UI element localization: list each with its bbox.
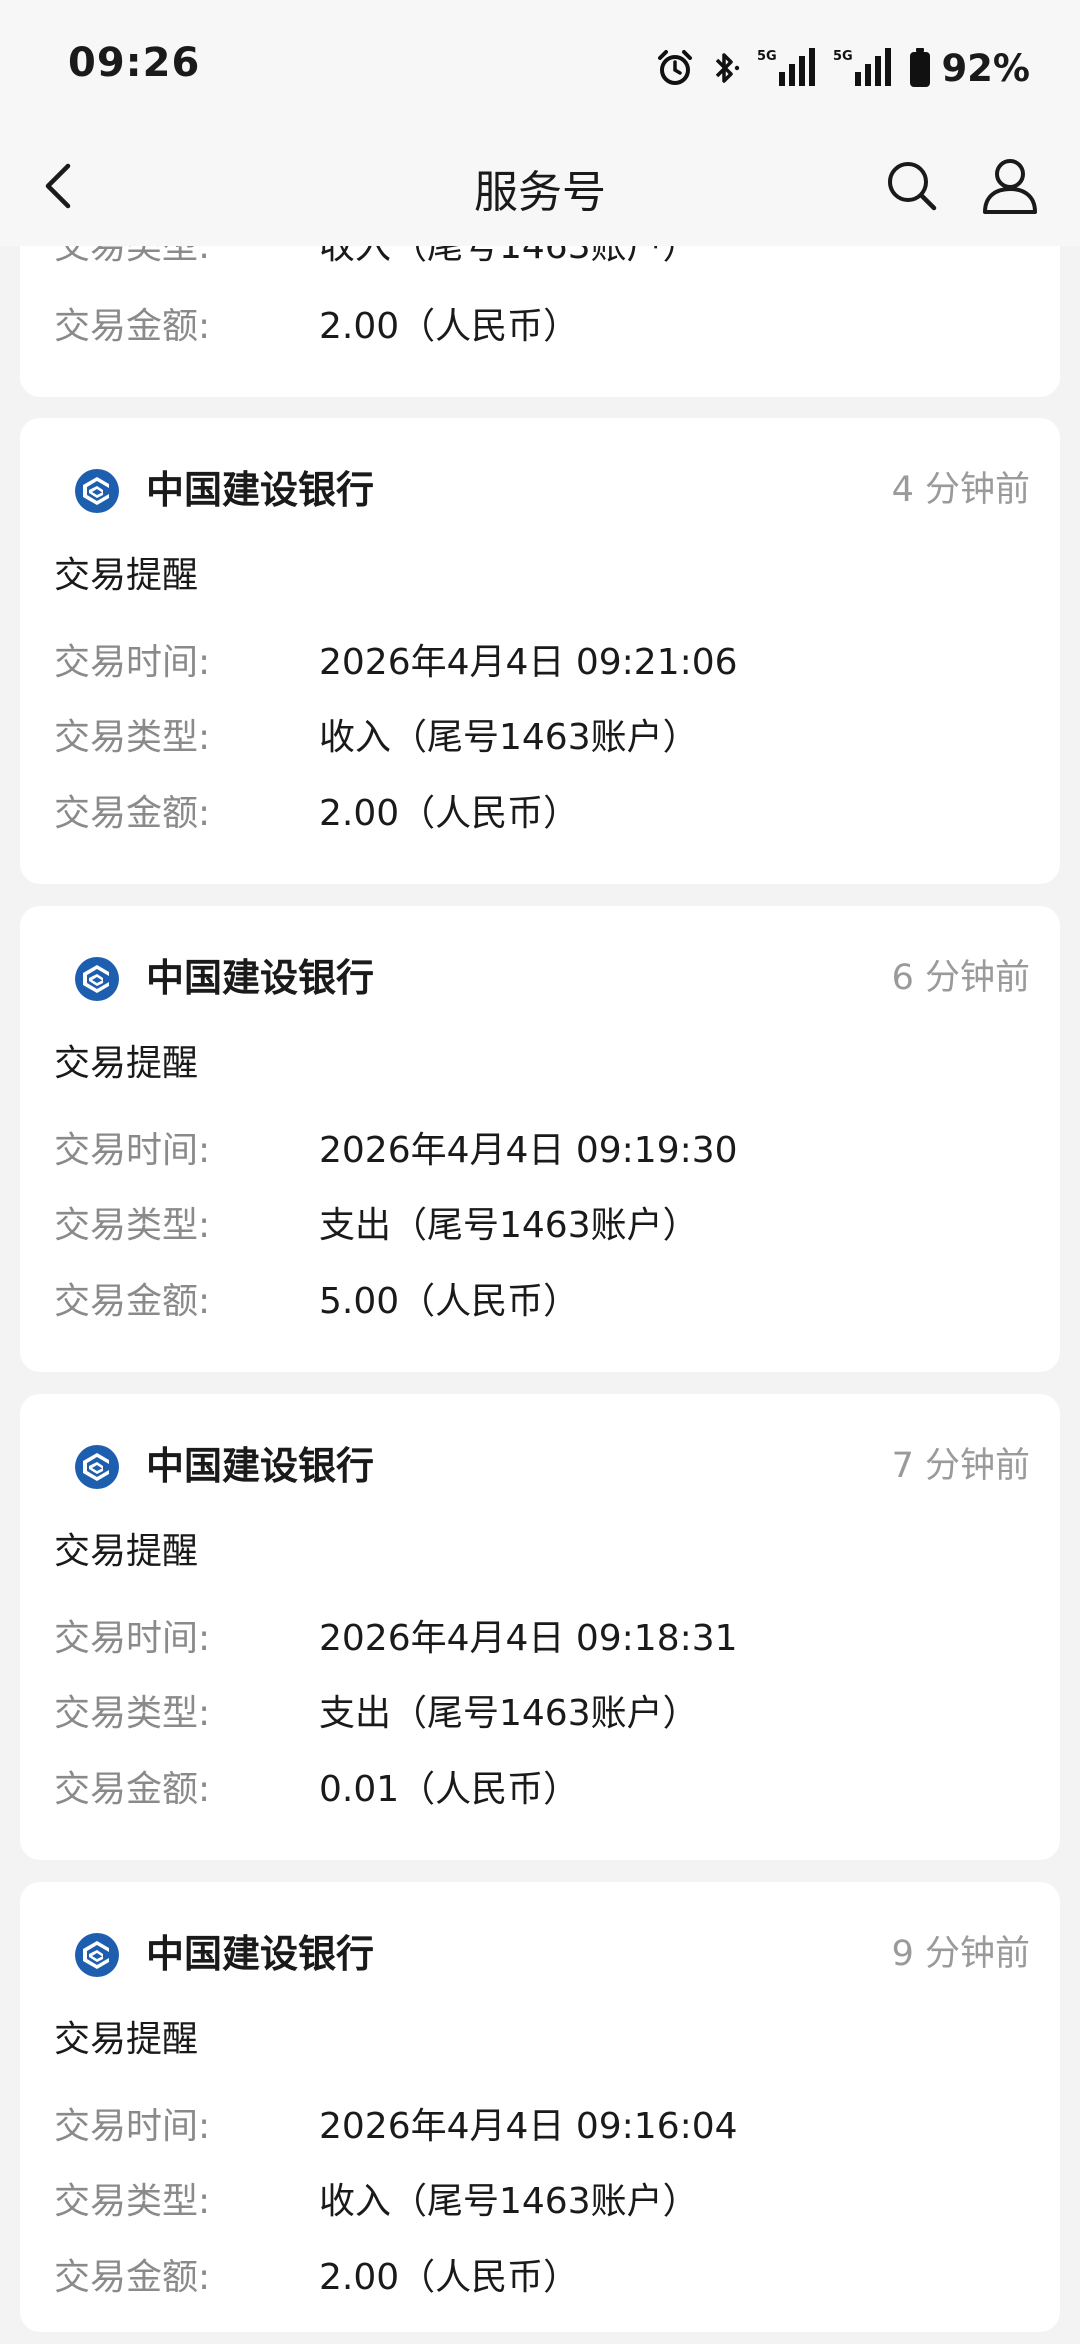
transaction-time-row: 交易时间: 2026年4月4日 09:21:06 <box>54 638 1030 688</box>
message-subject: 交易提醒 <box>54 1043 199 1084</box>
transaction-time-value: 2026年4月4日 09:18:31 <box>319 1618 738 1659</box>
transaction-type-label: 交易类型: <box>54 1205 211 1246</box>
transaction-time-value: 2026年4月4日 09:21:06 <box>319 642 738 683</box>
transaction-time-row: 交易时间: 2026年4月4日 09:18:31 <box>54 1614 1030 1664</box>
transaction-amount-row: 交易金额: 2.00（人民币） <box>54 2253 1030 2303</box>
bank-name: 中国建设银行 <box>146 468 375 512</box>
message-card[interactable]: 中国建设银行 9 分钟前 交易提醒 交易时间: 2026年4月4日 09:16:… <box>20 1882 1060 2332</box>
transaction-type-value: 支出（尾号1463账户） <box>319 1205 699 1246</box>
svg-text:5G: 5G <box>833 49 853 64</box>
card-header: 中国建设银行 6 分钟前 <box>54 954 1030 1004</box>
transaction-time-row: 交易时间: 2026年4月4日 09:19:30 <box>54 1126 1030 1176</box>
transaction-type-label: 交易类型: <box>54 1693 211 1734</box>
transaction-amount-label: 交易金额: <box>54 2257 211 2298</box>
status-time: 09:26 <box>68 40 201 86</box>
ccb-logo-icon <box>75 1933 119 1977</box>
transaction-amount-label: 交易金额: <box>54 1769 211 1810</box>
transaction-amount-value: 2.00（人民币） <box>319 306 580 347</box>
status-bar: 09:26 5G 5G 92% <box>0 0 1080 130</box>
battery-icon <box>910 48 931 87</box>
message-time-ago: 7 分钟前 <box>891 1446 1030 1486</box>
transaction-amount-label: 交易金额: <box>54 793 211 834</box>
message-subject: 交易提醒 <box>54 555 199 596</box>
transaction-time-value: 2026年4月4日 09:19:30 <box>319 1130 738 1171</box>
transaction-type-value: 支出（尾号1463账户） <box>319 1693 699 1734</box>
ccb-logo-icon <box>75 469 119 513</box>
5g-signal-icon: 5G <box>833 48 892 86</box>
bank-name: 中国建设银行 <box>146 1932 375 1976</box>
card-header: 中国建设银行 9 分钟前 <box>54 1930 1030 1980</box>
svg-text:5G: 5G <box>757 49 777 64</box>
bank-name: 中国建设银行 <box>146 1444 375 1488</box>
message-time-ago: 6 分钟前 <box>891 958 1030 998</box>
transaction-type-label: 交易类型: <box>54 717 211 758</box>
user-icon[interactable] <box>976 152 1044 220</box>
navigation-bar: 服务号 <box>0 130 1080 246</box>
transaction-type-row: 交易类型: 收入（尾号1463账户） <box>54 2177 1030 2227</box>
transaction-type-row: 交易类型: 支出（尾号1463账户） <box>54 1201 1030 1251</box>
transaction-amount-value: 2.00（人民币） <box>319 793 580 834</box>
card-header: 中国建设银行 4 分钟前 <box>54 466 1030 516</box>
transaction-time-label: 交易时间: <box>54 1618 211 1659</box>
transaction-time-value: 2026年4月4日 09:16:04 <box>319 2106 738 2147</box>
transaction-amount-label: 交易金额: <box>54 1281 211 1322</box>
message-card[interactable]: 中国建设银行 6 分钟前 交易提醒 交易时间: 2026年4月4日 09:19:… <box>20 906 1060 1372</box>
transaction-amount-label: 交易金额: <box>54 306 211 347</box>
transaction-amount-row: 交易金额: 2.00（人民币） <box>54 302 1030 352</box>
transaction-amount-value: 2.00（人民币） <box>319 2257 580 2298</box>
transaction-amount-row: 交易金额: 2.00（人民币） <box>54 789 1030 839</box>
transaction-type-value: 收入（尾号1463账户） <box>319 2181 699 2222</box>
transaction-amount-row: 交易金额: 0.01（人民币） <box>54 1765 1030 1815</box>
message-time-ago: 9 分钟前 <box>891 1934 1030 1974</box>
message-card[interactable]: 中国建设银行 7 分钟前 交易提醒 交易时间: 2026年4月4日 09:18:… <box>20 1394 1060 1860</box>
transaction-time-label: 交易时间: <box>54 2106 211 2147</box>
message-card[interactable]: 中国建设银行 4 分钟前 交易提醒 交易时间: 2026年4月4日 09:21:… <box>20 418 1060 884</box>
transaction-time-row: 交易时间: 2026年4月4日 09:16:04 <box>54 2102 1030 2152</box>
transaction-amount-row: 交易金额: 5.00（人民币） <box>54 1277 1030 1327</box>
transaction-type-label: 交易类型: <box>54 2181 211 2222</box>
transaction-amount-value: 5.00（人民币） <box>319 1281 580 1322</box>
transaction-amount-value: 0.01（人民币） <box>319 1769 580 1810</box>
battery-percentage: 92% <box>941 46 1030 90</box>
bluetooth-icon <box>716 53 740 83</box>
transaction-time-label: 交易时间: <box>54 1130 211 1171</box>
status-icons: 5G 5G 92% <box>655 44 1030 92</box>
transaction-type-row: 交易类型: 收入（尾号1463账户） <box>54 713 1030 763</box>
message-subject: 交易提醒 <box>54 2019 199 2060</box>
bank-name: 中国建设银行 <box>146 956 375 1000</box>
transaction-time-label: 交易时间: <box>54 642 211 683</box>
alarm-icon <box>658 50 693 85</box>
5g-signal-icon: 5G <box>757 48 816 86</box>
message-time-ago: 4 分钟前 <box>891 470 1030 510</box>
transaction-type-value: 收入（尾号1463账户） <box>319 717 699 758</box>
card-header: 中国建设银行 7 分钟前 <box>54 1442 1030 1492</box>
message-subject: 交易提醒 <box>54 1531 199 1572</box>
message-feed[interactable]: 交易类型: 收入（尾号1463账户） 交易金额: 2.00（人民币） 中国建设银… <box>0 0 1080 2344</box>
search-icon[interactable] <box>880 154 944 218</box>
transaction-type-row: 交易类型: 支出（尾号1463账户） <box>54 1689 1030 1739</box>
ccb-logo-icon <box>75 1445 119 1489</box>
ccb-logo-icon <box>75 957 119 1001</box>
